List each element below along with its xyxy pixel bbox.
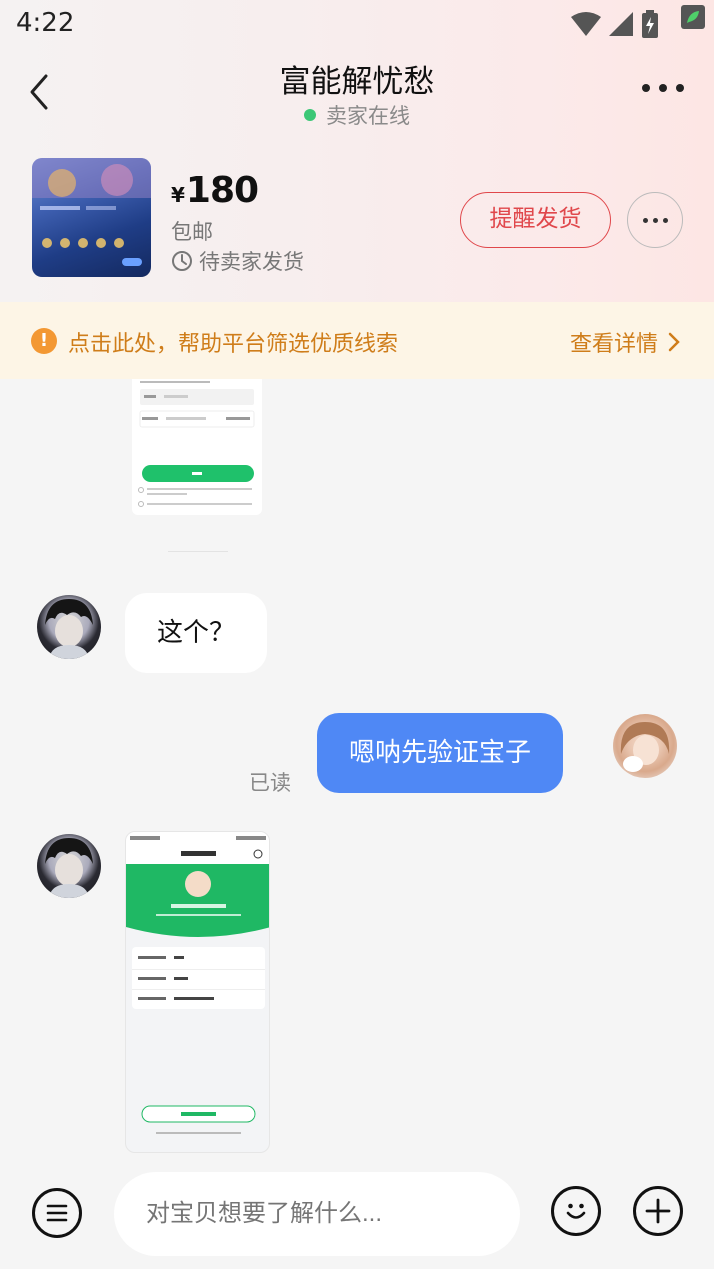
dot (676, 84, 684, 92)
notice-text: 点击此处，帮助平台筛选优质线索 (68, 332, 399, 357)
verification-form-image (138, 381, 255, 507)
battery-charging-icon (642, 10, 658, 38)
smiley-icon (566, 1203, 586, 1219)
dot (652, 217, 658, 223)
menu-button[interactable] (32, 1188, 82, 1238)
read-receipt: 已读 (249, 771, 291, 795)
status-icons (570, 5, 706, 42)
menu-icon (46, 1204, 68, 1222)
plus-icon (645, 1198, 671, 1224)
image-message[interactable] (125, 831, 270, 1153)
message-text: 嗯呐先验证宝子 (349, 738, 532, 768)
signal-icon (609, 12, 633, 36)
chat-messages[interactable]: 这个？ 已读 嗯呐先验证宝子 (0, 379, 714, 1169)
user-avatar-image (620, 722, 670, 772)
chat-title: 富能解忧愁 (279, 64, 435, 100)
dot (642, 84, 650, 92)
status-bar: 4:22 (0, 0, 714, 48)
product-price: ¥180 (171, 170, 259, 211)
app-notification-icon (681, 5, 705, 29)
user-avatar[interactable] (613, 714, 677, 778)
message-bubble-self[interactable]: 嗯呐先验证宝子 (317, 713, 564, 793)
price-value: 180 (185, 170, 259, 211)
view-details-link[interactable]: 查看详情 (570, 326, 680, 358)
online-dot-icon (304, 109, 316, 121)
order-status-label: 待卖家发货 (199, 250, 304, 274)
notice-banner[interactable]: ! 点击此处，帮助平台筛选优质线索 查看详情 (0, 302, 714, 379)
status-time: 4:22 (16, 8, 75, 38)
dot (642, 217, 648, 223)
add-attachment-button[interactable] (633, 1186, 683, 1236)
seller-avatar-image (45, 599, 93, 659)
shipping-label: 包邮 (171, 220, 213, 244)
emoji-button[interactable] (551, 1186, 601, 1236)
order-status: 待卖家发货 (171, 246, 304, 276)
online-status-label: 卖家在线 (326, 104, 410, 128)
message-input[interactable] (114, 1172, 520, 1256)
dot (659, 84, 667, 92)
more-options-button[interactable] (642, 78, 684, 98)
image-message[interactable] (132, 379, 262, 515)
view-details-label: 查看详情 (569, 332, 658, 357)
clock-icon (172, 251, 192, 271)
input-bar (0, 1169, 714, 1269)
product-card[interactable]: ¥180 包邮 待卖家发货 提醒发货 (0, 150, 714, 290)
currency-symbol: ¥ (171, 183, 185, 207)
seller-avatar[interactable] (37, 595, 101, 659)
chevron-right-icon (668, 332, 680, 352)
wifi-icon (571, 12, 601, 36)
nav-bar: 富能解忧愁 卖家在线 (0, 48, 714, 138)
seller-avatar[interactable] (37, 834, 101, 898)
dot (662, 217, 668, 223)
game-screenshot-image (32, 158, 151, 266)
message-bubble[interactable]: 这个？ (125, 593, 268, 673)
product-thumbnail[interactable] (32, 158, 151, 277)
seller-avatar-image (45, 838, 93, 898)
divider (168, 551, 228, 552)
message-text: 这个？ (157, 618, 236, 648)
warning-icon: ! (31, 328, 57, 354)
identity-page-image (126, 832, 269, 1134)
remind-ship-button[interactable]: 提醒发货 (460, 192, 611, 248)
product-more-button[interactable] (627, 192, 683, 248)
seller-online-status: 卖家在线 (0, 100, 714, 130)
